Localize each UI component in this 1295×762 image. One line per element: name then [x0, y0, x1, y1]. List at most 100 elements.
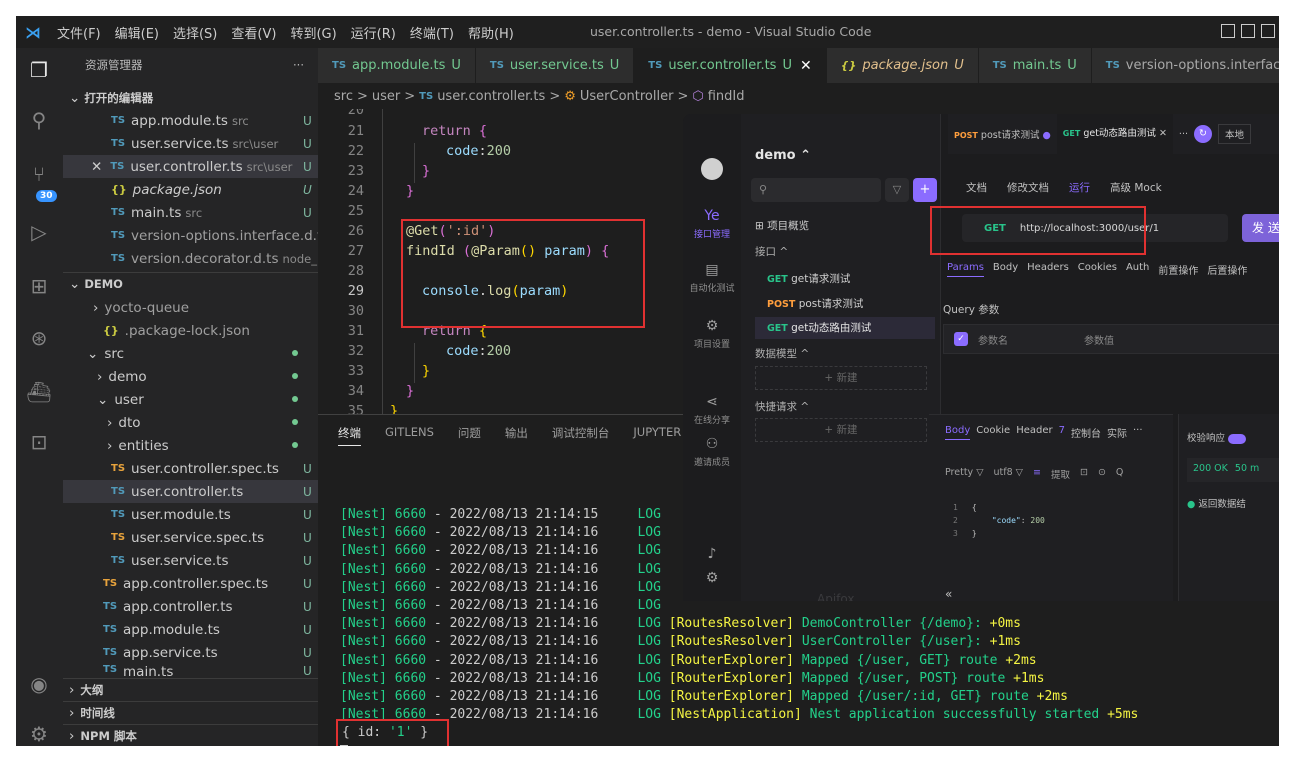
menu-run[interactable]: 运行(R)	[344, 23, 403, 42]
open-editors-section[interactable]: ⌄ 打开的编辑器	[63, 86, 318, 109]
rail-api-management[interactable]: Ye 接口管理	[683, 208, 741, 240]
tree-interfaces-header[interactable]: 接口 ^	[755, 244, 788, 259]
breadcrumb-file[interactable]: user.controller.ts	[437, 89, 545, 104]
close-icon[interactable]: ✕	[800, 58, 812, 74]
tab-terminal[interactable]: 终端	[338, 425, 361, 446]
open-editor-item[interactable]: {} package.json U	[63, 178, 318, 201]
tree-folder[interactable]: ⌄ src	[63, 342, 318, 365]
request-tab-post[interactable]: POST post请求测试 ●	[948, 127, 1057, 141]
encoding-select[interactable]: utf8 ▽	[994, 467, 1023, 481]
extensions-icon[interactable]: ⊞	[25, 272, 53, 300]
tab-version-options[interactable]: TS version-options.interfac	[1091, 48, 1279, 83]
tab-debug-console[interactable]: 调试控制台	[552, 425, 610, 446]
tab-pre-script[interactable]: 前置操作	[1158, 262, 1198, 277]
breadcrumb-method[interactable]: findId	[708, 89, 745, 104]
collapse-button[interactable]: «	[945, 587, 952, 601]
search-icon[interactable]: Q	[1116, 467, 1123, 481]
open-editor-item-active[interactable]: ✕ TS user.controller.ts src\user U	[63, 155, 318, 178]
tab-user-controller[interactable]: TS user.controller.ts U ✕	[634, 48, 827, 83]
add-button[interactable]: +	[913, 178, 937, 202]
timeline-section[interactable]: › 时间线	[63, 701, 318, 724]
tab-package-json[interactable]: {} package.json U	[826, 48, 979, 83]
remote-explorer-icon[interactable]: ⊡	[25, 428, 53, 456]
tree-file-selected[interactable]: TS user.controller.ts U	[63, 480, 318, 503]
rail-online-share[interactable]: ⋖ 在线分享	[683, 394, 741, 426]
tree-quick-header[interactable]: 快捷请求 ^	[755, 399, 809, 414]
new-model-button[interactable]: + 新建	[755, 366, 927, 390]
menu-view[interactable]: 查看(V)	[224, 23, 283, 42]
menu-file[interactable]: 文件(F)	[50, 23, 108, 42]
open-editor-item[interactable]: TS main.ts src U	[63, 201, 318, 224]
validate-response[interactable]: 校验响应	[1187, 430, 1247, 444]
resp-tab-cookie[interactable]: Cookie	[976, 425, 1010, 440]
tree-file[interactable]: TS user.controller.spec.ts U	[63, 457, 318, 480]
tab-main[interactable]: TS main.ts U	[978, 48, 1092, 83]
tree-item-post[interactable]: POST post请求测试	[755, 293, 935, 315]
explorer-icon[interactable]: ❐	[25, 56, 53, 84]
tree-file[interactable]: TS app.module.ts U	[63, 618, 318, 641]
format-icon[interactable]: ≡	[1033, 467, 1041, 481]
tab-user-service[interactable]: TS user.service.ts U	[475, 48, 635, 83]
menu-terminal[interactable]: 终端(T)	[403, 23, 461, 42]
open-editor-item[interactable]: TS version.decorator.d.tsnode_...	[63, 247, 318, 270]
tree-folder[interactable]: › demo	[63, 365, 318, 388]
resp-tab-body[interactable]: Body	[945, 425, 971, 440]
request-tab-get[interactable]: GET get动态路由测试 ✕	[1056, 114, 1173, 154]
tree-search-input[interactable]: ⚲	[751, 178, 881, 202]
toggle-panel-icon[interactable]	[1241, 24, 1255, 38]
account-icon[interactable]: ◉	[25, 670, 53, 698]
tab-jupyter[interactable]: JUPYTER	[633, 425, 681, 446]
rail-invite-members[interactable]: ⚇ 邀请成员	[683, 436, 741, 468]
toggle-secondary-sidebar-icon[interactable]	[1261, 24, 1275, 38]
tree-item-get[interactable]: GET get请求测试	[755, 268, 935, 290]
tab-output[interactable]: 输出	[505, 425, 528, 446]
environment-select[interactable]: 本地	[1217, 124, 1251, 144]
menu-edit[interactable]: 编辑(E)	[108, 23, 166, 42]
tree-folder[interactable]: › dto	[63, 411, 318, 434]
tree-overview[interactable]: ⊞ 项目概览	[755, 218, 809, 233]
menu-selection[interactable]: 选择(S)	[166, 23, 224, 42]
select-all-checkbox[interactable]: ✓	[954, 332, 968, 346]
docker-icon[interactable]: ⛴	[25, 378, 53, 406]
subtab-docs[interactable]: 文档	[966, 180, 987, 195]
copy-icon[interactable]: ⊡	[1080, 467, 1088, 481]
tab-body[interactable]: Body	[993, 262, 1018, 277]
subtab-edit-docs[interactable]: 修改文档	[1007, 180, 1049, 195]
tab-gitlens[interactable]: GITLENS	[385, 425, 434, 446]
tree-file[interactable]: TS app.controller.spec.ts U	[63, 572, 318, 595]
git-graph-icon[interactable]: ⊛	[25, 324, 53, 352]
filter-icon[interactable]: ▽	[885, 178, 909, 202]
breadcrumb-src[interactable]: src	[334, 89, 353, 104]
tab-auth[interactable]: Auth	[1126, 262, 1149, 277]
outline-section[interactable]: › 大纲	[63, 678, 318, 701]
tab-params[interactable]: Params	[947, 262, 984, 277]
close-icon[interactable]: ✕	[1159, 128, 1167, 139]
tree-file[interactable]: TS user.service.spec.ts U	[63, 526, 318, 549]
breadcrumb-class[interactable]: UserController	[580, 89, 674, 104]
validate-toggle[interactable]	[1228, 433, 1247, 444]
tree-folder[interactable]: › entities	[63, 434, 318, 457]
tree-file[interactable]: TS app.controller.ts U	[63, 595, 318, 618]
pretty-select[interactable]: Pretty ▽	[945, 467, 984, 481]
subtab-run[interactable]: 运行	[1069, 180, 1090, 195]
resp-more[interactable]: ···	[1133, 425, 1143, 440]
manage-gear-icon[interactable]: ⚙	[25, 720, 53, 746]
subtab-mock[interactable]: 高级 Mock	[1110, 180, 1162, 195]
tree-file[interactable]: {} .package-lock.json	[63, 319, 318, 342]
tree-item-get-active[interactable]: GET get动态路由测试	[755, 317, 935, 339]
rail-auto-test[interactable]: ▤ 自动化测试	[683, 262, 741, 294]
toggle-primary-sidebar-icon[interactable]	[1221, 24, 1235, 38]
tab-headers[interactable]: Headers	[1027, 262, 1069, 277]
bell-icon[interactable]: ♪	[683, 546, 741, 565]
tree-file[interactable]: TS user.service.ts U	[63, 549, 318, 572]
extract-button[interactable]: 提取	[1051, 467, 1070, 481]
send-button[interactable]: 发 送	[1242, 214, 1279, 242]
close-icon[interactable]: ✕	[91, 159, 102, 175]
search-icon[interactable]: ⚲	[25, 106, 53, 134]
response-json[interactable]: 1 { 2 "code": 200 3}	[953, 501, 1045, 540]
tab-problems[interactable]: 问题	[458, 425, 481, 446]
resp-tab-console[interactable]: 控制台	[1071, 425, 1101, 440]
tree-folder[interactable]: ⌄ user	[63, 388, 318, 411]
tab-post-script[interactable]: 后置操作	[1207, 262, 1247, 277]
tab-app-module[interactable]: TS app.module.ts U	[318, 48, 476, 83]
